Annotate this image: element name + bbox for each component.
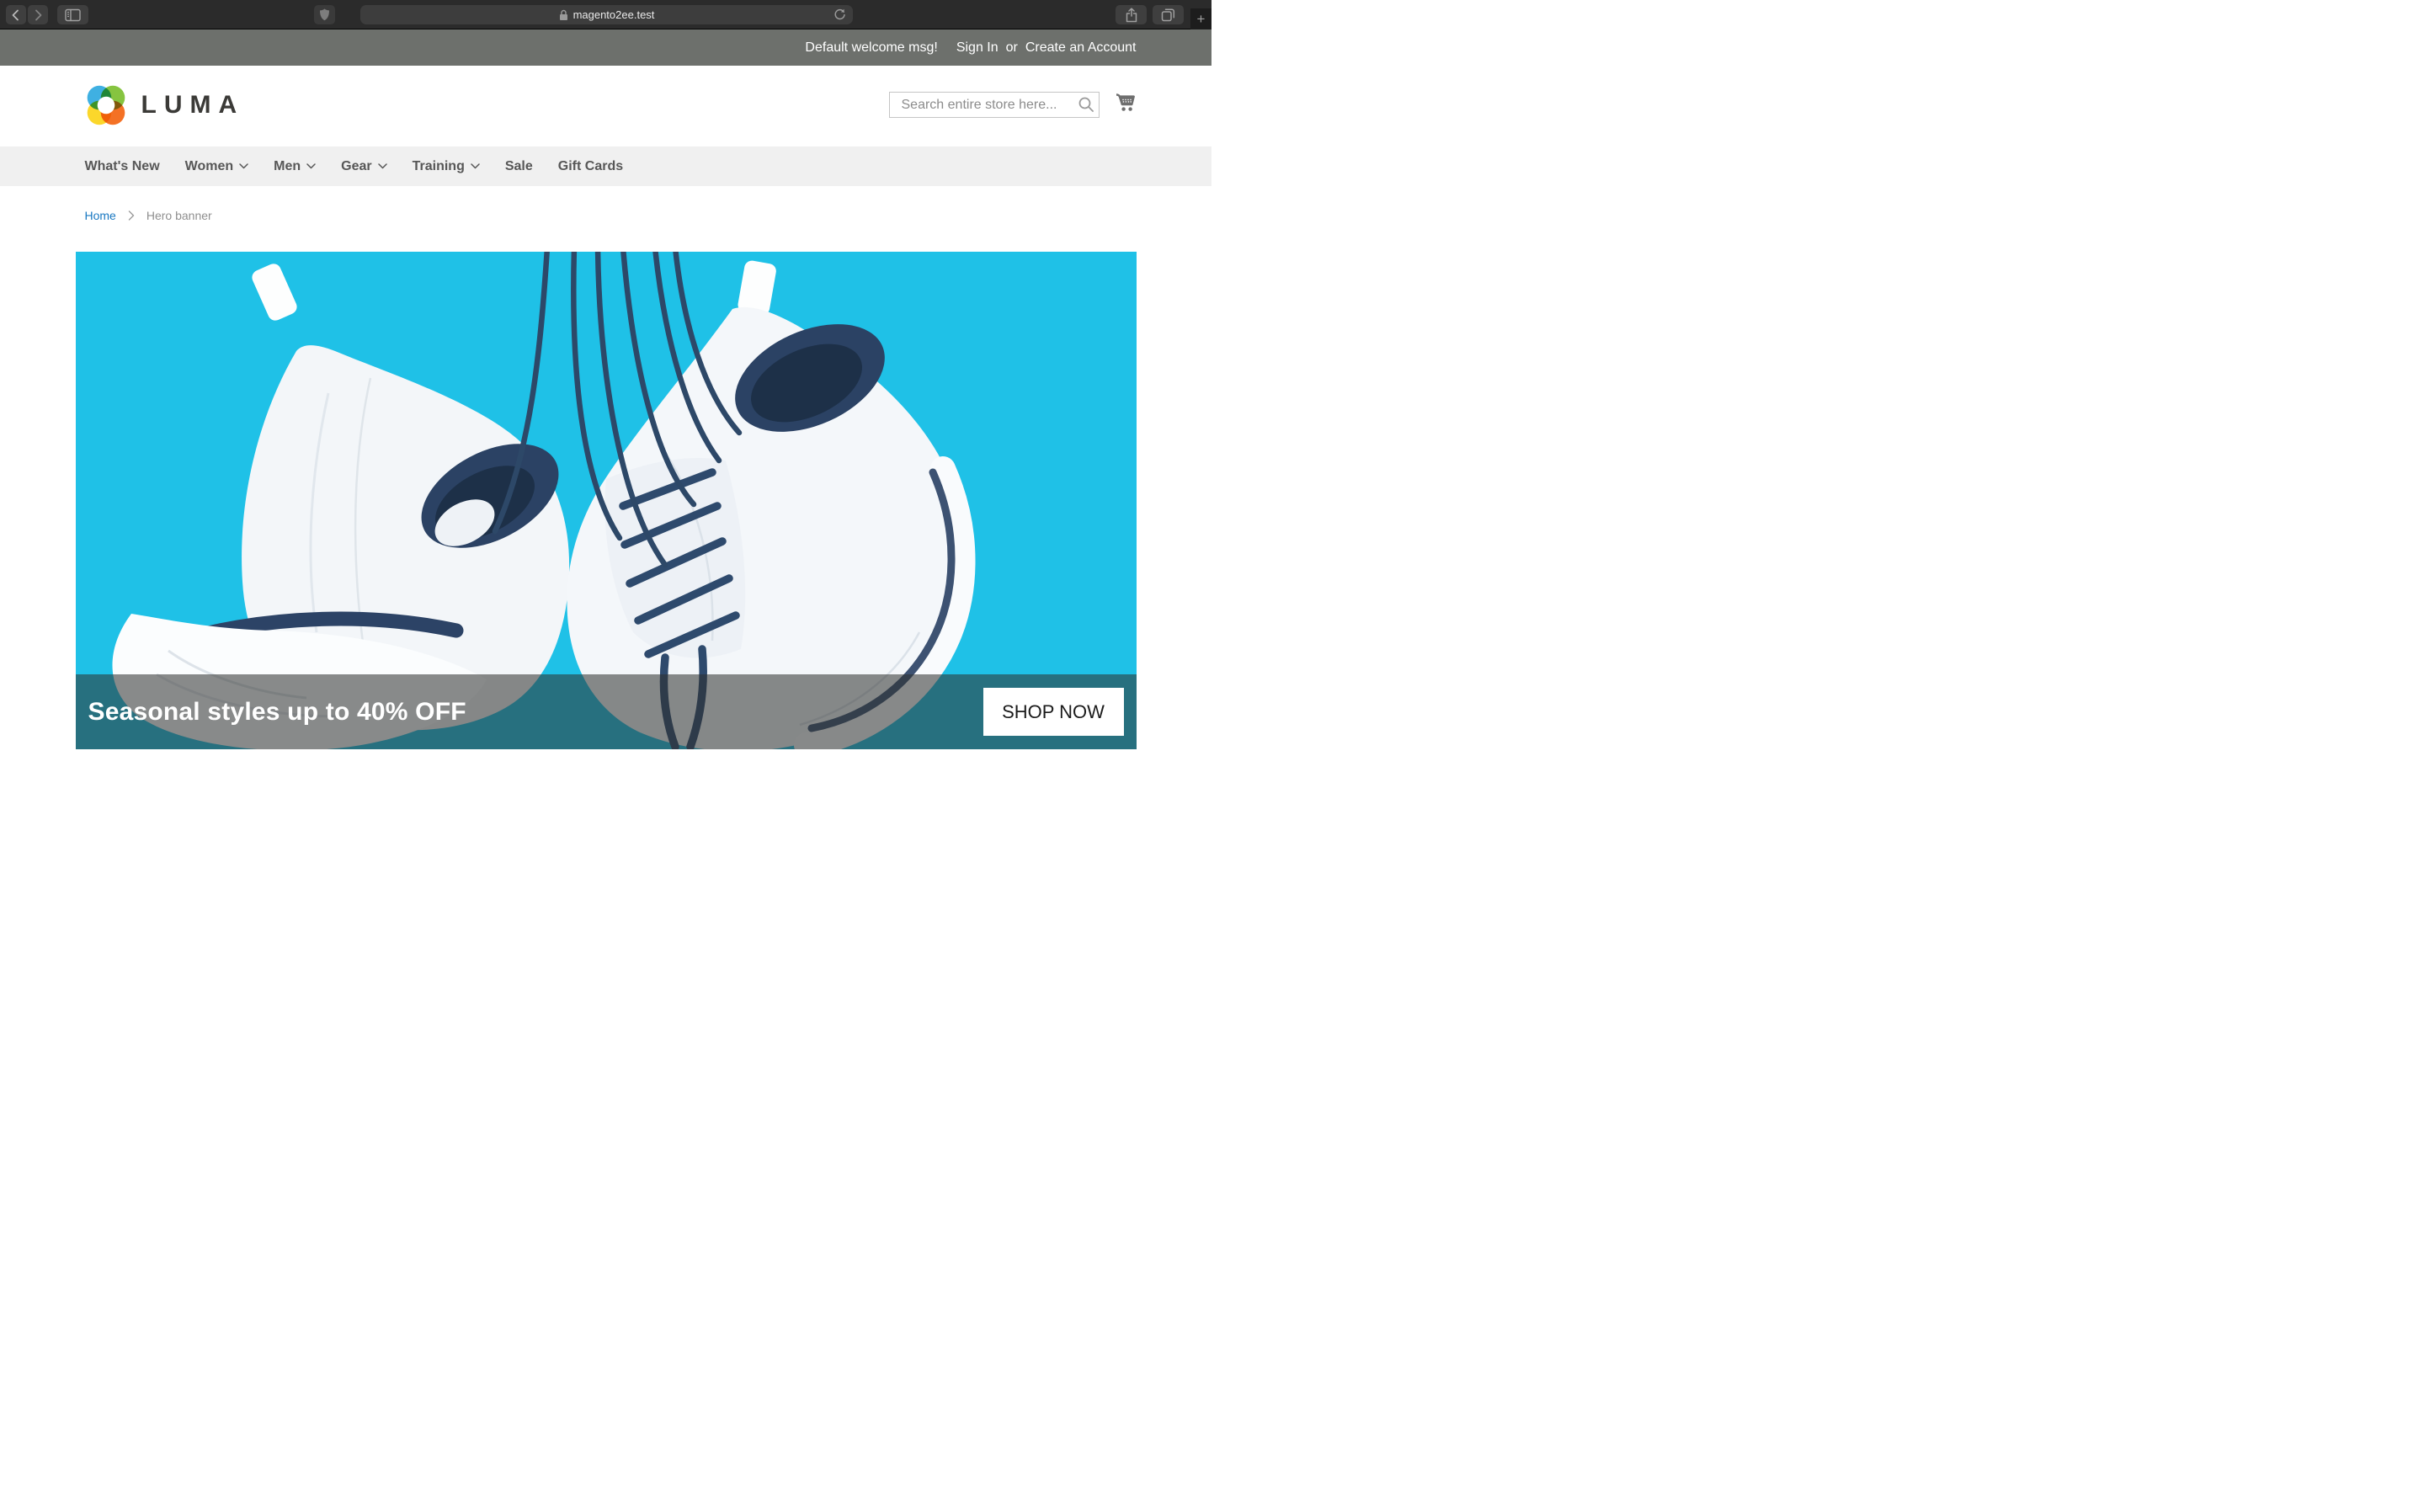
nav-item-men[interactable]: Men [261, 146, 328, 186]
minicart-button[interactable] [1113, 92, 1137, 115]
back-icon [9, 8, 23, 22]
breadcrumb-current: Hero banner [146, 209, 212, 222]
lock-icon [559, 9, 568, 21]
chevron-down-icon [378, 163, 387, 169]
cart-icon [1113, 92, 1137, 115]
search-input[interactable] [889, 92, 1100, 118]
hero-headline: Seasonal styles up to 40% OFF [88, 698, 466, 727]
sidebar-button[interactable] [57, 5, 88, 24]
reload-icon [833, 8, 846, 21]
forward-button[interactable] [28, 5, 48, 24]
chevron-down-icon [471, 163, 480, 169]
nav-item-gift-cards[interactable]: Gift Cards [546, 146, 636, 186]
search-icon [1078, 96, 1094, 113]
welcome-or-text: or [1006, 40, 1018, 56]
browser-chrome: magento2ee.test + [0, 0, 1212, 29]
breadcrumb: Home Hero banner [76, 208, 1137, 222]
shield-icon [319, 8, 330, 21]
breadcrumb-home-link[interactable]: Home [85, 209, 116, 222]
luma-logo[interactable]: LUMA [85, 84, 245, 126]
nav-item-women[interactable]: Women [173, 146, 261, 186]
chevron-down-icon [239, 163, 248, 169]
store-header: LUMA [0, 66, 1212, 146]
tab-overview-button[interactable] [1153, 5, 1184, 24]
nav-item-training[interactable]: Training [400, 146, 493, 186]
logo-text: LUMA [141, 91, 245, 120]
tab-overview-icon [1161, 8, 1175, 22]
reload-button[interactable] [833, 8, 846, 24]
hero-banner: Seasonal styles up to 40% OFF SHOP NOW [76, 252, 1137, 749]
welcome-bar: Default welcome msg! Sign In or Create a… [0, 29, 1212, 66]
main-nav: What's New Women Men Gear Training [0, 146, 1212, 186]
privacy-shield-button[interactable] [314, 5, 335, 24]
nav-item-whats-new[interactable]: What's New [85, 146, 173, 186]
welcome-message: Default welcome msg! [805, 40, 937, 56]
chevron-down-icon [306, 163, 316, 169]
address-text: magento2ee.test [573, 8, 655, 21]
back-button[interactable] [6, 5, 26, 24]
new-tab-button[interactable]: + [1190, 8, 1212, 29]
breadcrumb-separator-icon [128, 210, 135, 221]
nav-item-sale[interactable]: Sale [493, 146, 546, 186]
hero-overlay: Seasonal styles up to 40% OFF SHOP NOW [76, 674, 1137, 749]
search-box [889, 92, 1100, 118]
forward-icon [31, 8, 45, 22]
luma-logo-icon [85, 84, 127, 126]
shop-now-button[interactable]: SHOP NOW [983, 688, 1124, 736]
address-bar[interactable]: magento2ee.test [360, 5, 853, 24]
share-icon [1125, 8, 1138, 23]
search-submit-button[interactable] [1078, 96, 1094, 113]
create-account-link[interactable]: Create an Account [1025, 40, 1137, 56]
nav-item-gear[interactable]: Gear [328, 146, 399, 186]
sign-in-link[interactable]: Sign In [956, 40, 998, 56]
share-button[interactable] [1116, 5, 1147, 24]
sidebar-icon [65, 8, 81, 22]
